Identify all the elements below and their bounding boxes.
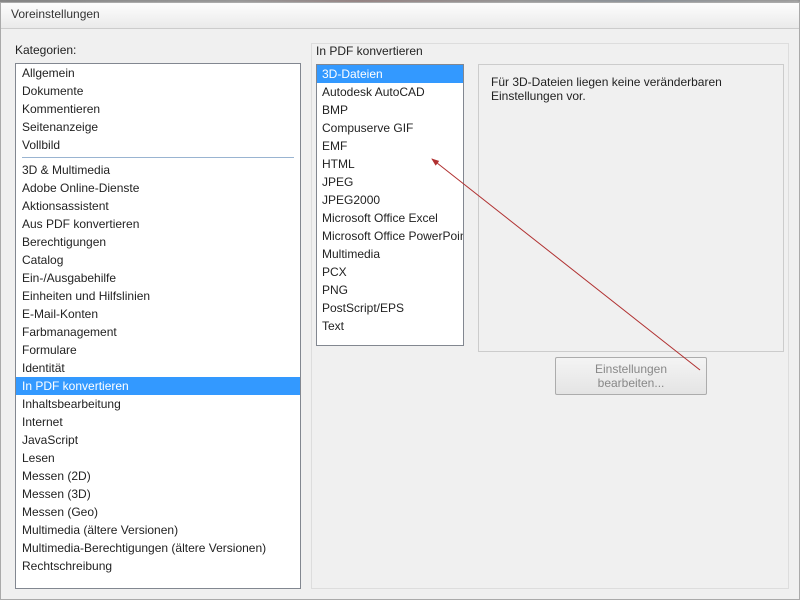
format-item[interactable]: BMP bbox=[317, 101, 464, 119]
settings-description: Für 3D-Dateien liegen keine veränderbare… bbox=[491, 75, 722, 103]
category-item[interactable]: 3D & Multimedia bbox=[16, 161, 300, 179]
edit-settings-button[interactable]: Einstellungen bearbeiten... bbox=[555, 357, 707, 395]
category-item[interactable]: Vollbild bbox=[16, 136, 300, 154]
category-item[interactable]: Messen (2D) bbox=[16, 467, 300, 485]
category-item[interactable]: Formulare bbox=[16, 341, 300, 359]
formats-listbox[interactable]: 3D-DateienAutodesk AutoCADBMPCompuserve … bbox=[316, 64, 464, 346]
category-item[interactable]: Identität bbox=[16, 359, 300, 377]
category-item[interactable]: JavaScript bbox=[16, 431, 300, 449]
format-item[interactable]: Text bbox=[317, 317, 464, 335]
format-item[interactable]: Compuserve GIF bbox=[317, 119, 464, 137]
right-panel-header: In PDF konvertieren bbox=[312, 44, 788, 64]
category-item[interactable]: Farbmanagement bbox=[16, 323, 300, 341]
category-item[interactable]: E-Mail-Konten bbox=[16, 305, 300, 323]
format-item[interactable]: Microsoft Office PowerPoint bbox=[317, 227, 464, 245]
category-item[interactable]: Ein-/Ausgabehilfe bbox=[16, 269, 300, 287]
category-item[interactable]: Lesen bbox=[16, 449, 300, 467]
categories-listbox[interactable]: AllgemeinDokumenteKommentierenSeitenanze… bbox=[15, 63, 301, 589]
window-title: Voreinstellungen bbox=[11, 7, 100, 21]
format-item[interactable]: 3D-Dateien bbox=[317, 65, 464, 83]
category-item[interactable]: Kommentieren bbox=[16, 100, 300, 118]
category-item[interactable]: Inhaltsbearbeitung bbox=[16, 395, 300, 413]
categories-label: Kategorien: bbox=[15, 43, 301, 57]
format-item[interactable]: HTML bbox=[317, 155, 464, 173]
category-item[interactable]: Dokumente bbox=[16, 82, 300, 100]
category-item[interactable]: Rechtschreibung bbox=[16, 557, 300, 575]
category-item[interactable]: Aktionsassistent bbox=[16, 197, 300, 215]
category-item[interactable]: Multimedia-Berechtigungen (ältere Versio… bbox=[16, 539, 300, 557]
category-separator bbox=[22, 157, 294, 158]
category-item[interactable]: Messen (Geo) bbox=[16, 503, 300, 521]
category-item[interactable]: Seitenanzeige bbox=[16, 118, 300, 136]
category-item[interactable]: Aus PDF konvertieren bbox=[16, 215, 300, 233]
category-item[interactable]: Adobe Online-Dienste bbox=[16, 179, 300, 197]
category-item[interactable]: Allgemein bbox=[16, 64, 300, 82]
category-item[interactable]: Einheiten und Hilfslinien bbox=[16, 287, 300, 305]
category-item[interactable]: Multimedia (ältere Versionen) bbox=[16, 521, 300, 539]
format-item[interactable]: Microsoft Office Excel bbox=[317, 209, 464, 227]
format-item[interactable]: Autodesk AutoCAD bbox=[317, 83, 464, 101]
category-item[interactable]: Catalog bbox=[16, 251, 300, 269]
titlebar: Voreinstellungen bbox=[1, 3, 799, 29]
format-item[interactable]: EMF bbox=[317, 137, 464, 155]
format-item[interactable]: PostScript/EPS bbox=[317, 299, 464, 317]
format-item[interactable]: PNG bbox=[317, 281, 464, 299]
format-item[interactable]: Multimedia bbox=[317, 245, 464, 263]
category-item[interactable]: Messen (3D) bbox=[16, 485, 300, 503]
preferences-dialog: Voreinstellungen Kategorien: AllgemeinDo… bbox=[0, 2, 800, 600]
category-item[interactable]: Internet bbox=[16, 413, 300, 431]
format-item[interactable]: JPEG bbox=[317, 173, 464, 191]
settings-group: Für 3D-Dateien liegen keine veränderbare… bbox=[478, 64, 784, 352]
format-item[interactable]: JPEG2000 bbox=[317, 191, 464, 209]
category-item[interactable]: Berechtigungen bbox=[16, 233, 300, 251]
category-item[interactable]: In PDF konvertieren bbox=[16, 377, 300, 395]
format-item[interactable]: PCX bbox=[317, 263, 464, 281]
